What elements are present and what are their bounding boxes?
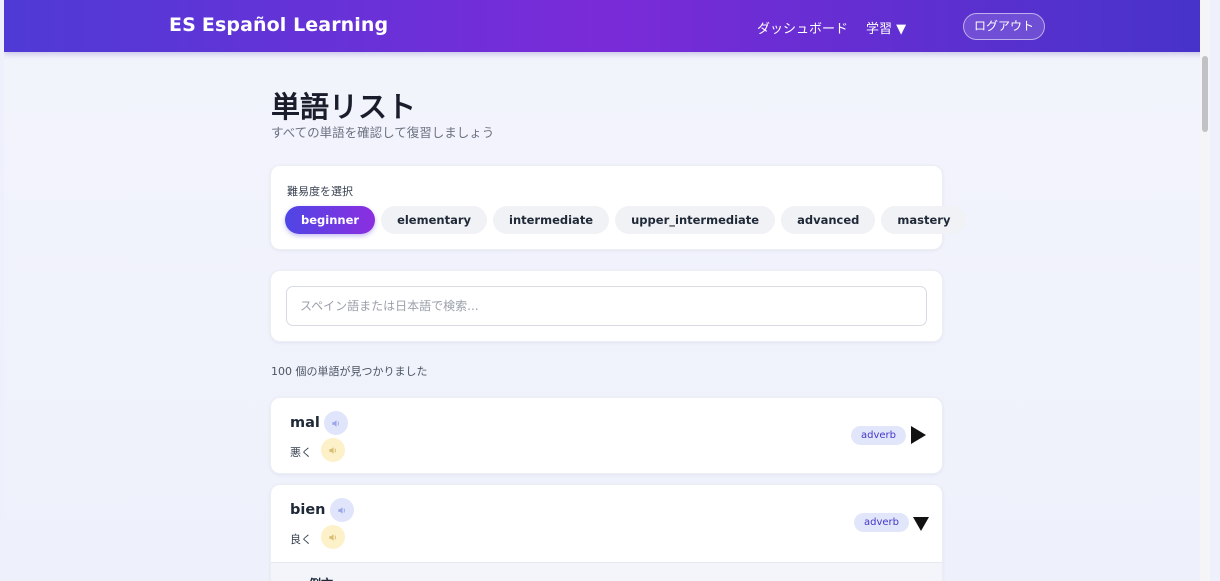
word-japanese: 良く: [290, 533, 312, 546]
difficulty-chip-group: beginner elementary intermediate upper_i…: [285, 206, 967, 234]
difficulty-label: 難易度を選択: [287, 185, 353, 198]
brand-name: Español Learning: [201, 14, 389, 36]
speaker-icon: [337, 506, 345, 514]
difficulty-chip-intermediate[interactable]: intermediate: [493, 206, 610, 234]
speaker-icon[interactable]: [321, 438, 345, 462]
word-card[interactable]: bien 良く adverb 例文: [270, 484, 943, 581]
search-card: [270, 270, 943, 342]
word-card[interactable]: mal 悪く adverb: [270, 397, 943, 474]
word-japanese: 悪く: [290, 446, 312, 459]
speaker-icon[interactable]: [321, 525, 345, 549]
difficulty-chip-elementary[interactable]: elementary: [381, 206, 487, 234]
speaker-icon[interactable]: [324, 411, 348, 435]
difficulty-filter-card: 難易度を選択 beginner elementary intermediate …: [270, 165, 967, 250]
app-frame: ES Español Learning ダッシュボード 学習 ▼ ログアウト 単語…: [4, 0, 1210, 581]
nav-dashboard-link[interactable]: ダッシュボード: [757, 18, 848, 37]
search-input[interactable]: [286, 286, 927, 326]
scrollbar-thumb[interactable]: [1202, 56, 1208, 132]
scrollbar[interactable]: [1200, 0, 1210, 581]
word-detail-panel: 例文: [271, 562, 942, 581]
difficulty-chip-advanced[interactable]: advanced: [781, 206, 876, 234]
brand-code: ES: [169, 14, 196, 36]
brand-logo[interactable]: ES Español Learning: [169, 14, 388, 36]
part-of-speech-badge: adverb: [851, 426, 907, 445]
difficulty-chip-beginner[interactable]: beginner: [285, 206, 376, 234]
nav-study-dropdown[interactable]: 学習 ▼: [866, 18, 906, 37]
word-spanish: mal: [290, 415, 320, 431]
speaker-icon: [331, 419, 339, 427]
word-spanish: bien: [290, 502, 326, 518]
caret-down-icon[interactable]: [912, 515, 930, 533]
speaker-icon: [328, 533, 336, 541]
page-title: 単語リスト: [271, 90, 417, 124]
part-of-speech-badge: adverb: [854, 513, 910, 532]
example-label: 例文: [309, 575, 333, 581]
speaker-icon[interactable]: [330, 498, 354, 522]
logout-button[interactable]: ログアウト: [963, 13, 1045, 40]
caret-right-icon[interactable]: [909, 426, 927, 444]
page-subtitle: すべての単語を確認して復習しましょう: [271, 125, 495, 140]
difficulty-chip-upper-intermediate[interactable]: upper_intermediate: [615, 206, 776, 234]
result-count: 100 個の単語が見つかりました: [271, 365, 428, 378]
difficulty-chip-mastery[interactable]: mastery: [881, 206, 967, 234]
speaker-icon: [328, 446, 336, 454]
top-navbar: ES Español Learning ダッシュボード 学習 ▼ ログアウト: [4, 0, 1210, 52]
